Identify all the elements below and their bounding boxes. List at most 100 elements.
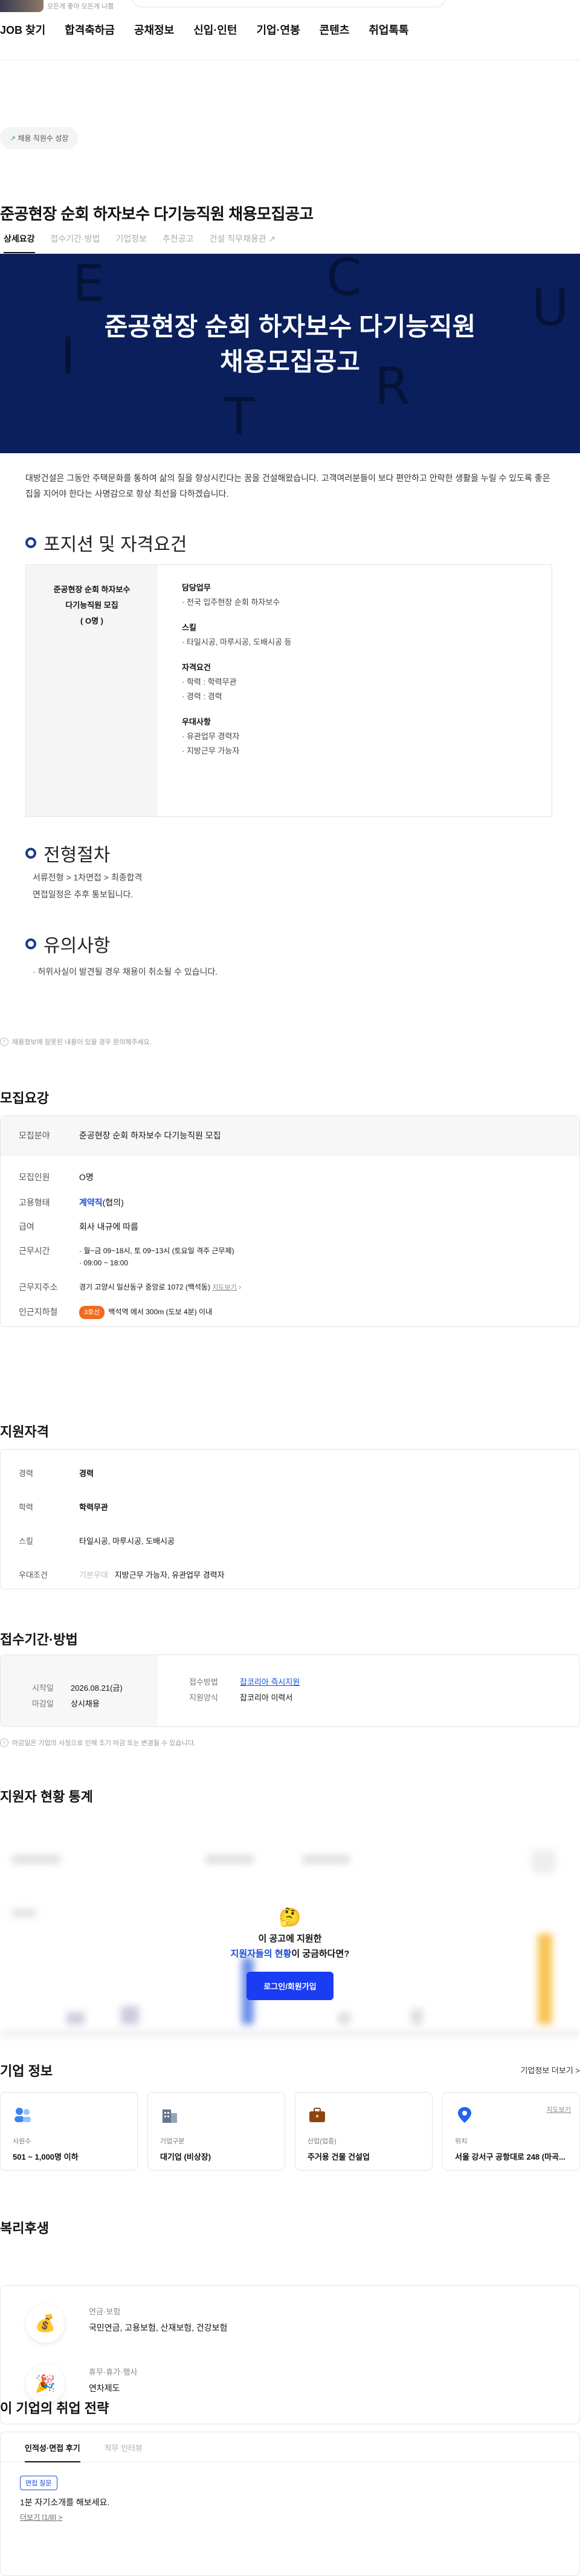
nav-public-recruit[interactable]: 공채정보 [134, 22, 174, 37]
main-nav: JOB 찾기 합격축하금 공채정보 신입·인턴 기업·연봉 콘텐츠 취업톡톡 [0, 22, 409, 37]
type-value: 계약직 [79, 1198, 103, 1207]
job-title: 준공현장 순회 하자보수 다기능직원 채용모집공고 [0, 205, 314, 223]
site-header: 모든게 좋아 모든게 나쁨 JOB 찾기 합격축하금 공채정보 신입·인턴 기업… [0, 0, 580, 60]
detail-tabs: 상세요강 접수기간·방법 기업정보 추천공고 건설 직무채용관 ↗ [0, 230, 580, 254]
requirements-label: 자격요건 [182, 663, 211, 672]
circle-bullet-icon [25, 848, 36, 859]
addr-label: 근무지주소 [19, 1282, 58, 1292]
pay-value: 회사 내규에 따름 [79, 1222, 138, 1232]
summary-row: 인근지하철 3호선 백석역 에서 300m (도보 4분) 이내 [1, 1303, 579, 1329]
nav-company-salary[interactable]: 기업·연봉 [256, 22, 300, 37]
quick-apply-link[interactable]: 잡코리아 즉시지원 [240, 1677, 300, 1687]
type-label: 고용형태 [19, 1198, 50, 1207]
strategy-heading: 이 기업의 취업 전략 [0, 2401, 109, 2416]
company-cards: 사원수 501 ~ 1,000명 이하 기업구분 대기업 (비상장) 산업(업종… [0, 2092, 580, 2171]
preferred-item: · 유관업무 경력자 [182, 732, 240, 741]
company-heading: 기업 정보 [0, 2064, 53, 2079]
search-bar[interactable] [132, 0, 446, 7]
tab-details[interactable]: 상세요강 [4, 230, 35, 253]
summary-row: 모집인원 O명 [1, 1161, 579, 1193]
welfare-text: 연차제도 [89, 2383, 120, 2393]
stats-prompt-line2: 이 궁금하다면? [291, 1949, 350, 1959]
stats-prompt-line1: 이 공고에 지원한 [258, 1934, 322, 1944]
skills-text: · 타일시공, 마루시공, 도배시공 등 [182, 638, 292, 647]
card-label: 사원수 [13, 2138, 31, 2145]
subway-value: 백석역 에서 300m (도보 4분) 이내 [108, 1308, 213, 1316]
card-value: 501 ~ 1,000명 이하 [13, 2152, 79, 2161]
end-value: 상시채용 [71, 1699, 100, 1708]
subway-line-badge: 3호선 [79, 1306, 105, 1319]
card-value: 대기업 (비상장) [160, 2152, 211, 2161]
nav-job-search[interactable]: JOB 찾기 [0, 22, 45, 37]
summary-row: 고용형태 계약직(협의) [1, 1193, 579, 1218]
growth-badge: ↗ 채용 직원수 성장 [0, 127, 79, 149]
welfare-title: 연금·보험 [89, 2307, 121, 2316]
login-signup-button[interactable]: 로그인/회원가입 [246, 1972, 334, 2000]
more-questions-link[interactable]: 더보기 [1/8] > [20, 2512, 62, 2522]
banner-title-line2: 채용모집공고 [220, 347, 360, 376]
banner-letter: C [326, 254, 362, 307]
process-steps: 서류전형 > 1차면접 > 최종합격 [33, 873, 143, 882]
interview-question-tag: 면접 질문 [20, 2476, 57, 2490]
summary-heading: 모집요강 [0, 1091, 49, 1106]
qual-row: 학력 학력무관 [1, 1490, 579, 1523]
map-view-link[interactable]: 지도보기 [547, 2105, 571, 2114]
welfare-row: 💰 연금·보험 국민연금, 고용보험, 산재보험, 건강보험 [26, 2304, 227, 2343]
people-icon [13, 2106, 32, 2124]
thinking-emoji-icon: 🤔 [279, 1908, 301, 1928]
pref-tag: 기본우대 [79, 1570, 108, 1580]
card-value: 주거용 건물 건설업 [308, 2152, 370, 2161]
tab-company-info[interactable]: 기업정보 [115, 230, 147, 253]
card-value: 서울 강서구 공항대로 248 (마곡... [455, 2152, 566, 2161]
summary-row: 모집분야 준공현장 순회 하자보수 다기능직원 모집 [1, 1116, 579, 1155]
circle-bullet-icon [25, 537, 36, 548]
tab-construction-hall[interactable]: 건설 직무채용관 ↗ [210, 230, 276, 253]
report-note-text: 채용정보에 잘못된 내용이 있을 경우 문의해주세요. [12, 1039, 152, 1046]
nav-congrats-bonus[interactable]: 합격축하금 [65, 22, 115, 37]
report-note[interactable]: ! 채용정보에 잘못된 내용이 있을 경우 문의해주세요. [0, 1037, 152, 1047]
type-suffix: (협의) [102, 1198, 124, 1207]
external-link-icon: ↗ [268, 234, 276, 244]
form-label: 지원양식 [189, 1693, 218, 1702]
pref-label: 우대조건 [19, 1570, 48, 1580]
nav-contents[interactable]: 콘텐츠 [320, 22, 350, 37]
strategy-box: 인적성·면접 후기 직무 인터뷰 면접 질문 1분 자기소개를 해보세요. 더보… [0, 2432, 580, 2576]
chevron-right-icon: › [239, 1283, 242, 1291]
info-icon: ! [0, 1038, 8, 1046]
card-label: 위치 [455, 2138, 468, 2145]
apply-note: ! 마감일은 기업의 사정으로 인해 조기 마감 또는 변경될 수 있습니다. [0, 1738, 196, 1748]
nav-entry-intern[interactable]: 신입·인턴 [193, 22, 237, 37]
method-label: 접수방법 [189, 1677, 218, 1687]
apply-heading: 접수기간·방법 [0, 1632, 78, 1647]
tab-recommended[interactable]: 추천공고 [163, 230, 194, 253]
building-icon [160, 2106, 179, 2124]
apply-method-list: 접수방법 잡코리아 즉시지원 지원양식 잡코리아 이력서 [189, 1674, 300, 1706]
company-more-link[interactable]: 기업정보 더보기 > [520, 2064, 580, 2076]
company-card-type: 기업구분 대기업 (비상장) [147, 2092, 285, 2171]
skill-label: 스킬 [19, 1537, 33, 1546]
tab-job-interview[interactable]: 직무 인터뷰 [105, 2442, 143, 2462]
position-title: 준공현장 순회 하자보수 다기능직원 모집 [53, 585, 130, 610]
map-link[interactable]: 지도보기 [212, 1284, 236, 1291]
location-pin-icon [455, 2106, 474, 2124]
card-label: 기업구분 [160, 2138, 185, 2145]
trend-icon: ↗ [10, 134, 18, 143]
nav-career-talk[interactable]: 취업톡톡 [369, 22, 408, 37]
edu-value: 학력무관 [79, 1503, 108, 1512]
badge-label: 채용 직원수 성장 [18, 134, 69, 143]
banner-title-line1: 준공현장 순회 하자보수 다기능직원 [104, 312, 476, 341]
summary-row: 근무시간 · 월~금 09~18시, 토 09~13시 (토요일 격주 근무제) ·… [1, 1242, 579, 1279]
hours-line: · 09:00 ~ 18:00 [79, 1259, 129, 1267]
form-value: 잡코리아 이력서 [240, 1693, 293, 1702]
preferred-item: · 지방근무 가능자 [182, 746, 240, 755]
apply-dates: 시작일 2026.08.21(금) 마감일 상시채용 [1, 1655, 158, 1726]
company-logo[interactable] [0, 0, 44, 12]
stats-prompt-highlight: 지원자들의 현황 [230, 1949, 292, 1959]
tab-apply-method[interactable]: 접수기간·방법 [51, 230, 100, 253]
company-intro: 대방건설은 그동안 주택문화를 통하여 삶의 질을 향상시킨다는 꿈을 건설해왔… [25, 473, 550, 499]
edu-label: 학력 [19, 1503, 33, 1512]
applicant-stats: 🤔 이 공고에 지원한 지원자들의 현황이 궁금하다면? 로그인/회원가입 [0, 1837, 580, 2048]
tab-interview-reviews[interactable]: 인적성·면접 후기 [25, 2442, 80, 2462]
company-card-industry: 산업(업종) 주거용 건물 건설업 [295, 2092, 433, 2171]
skills-label: 스킬 [182, 623, 196, 632]
